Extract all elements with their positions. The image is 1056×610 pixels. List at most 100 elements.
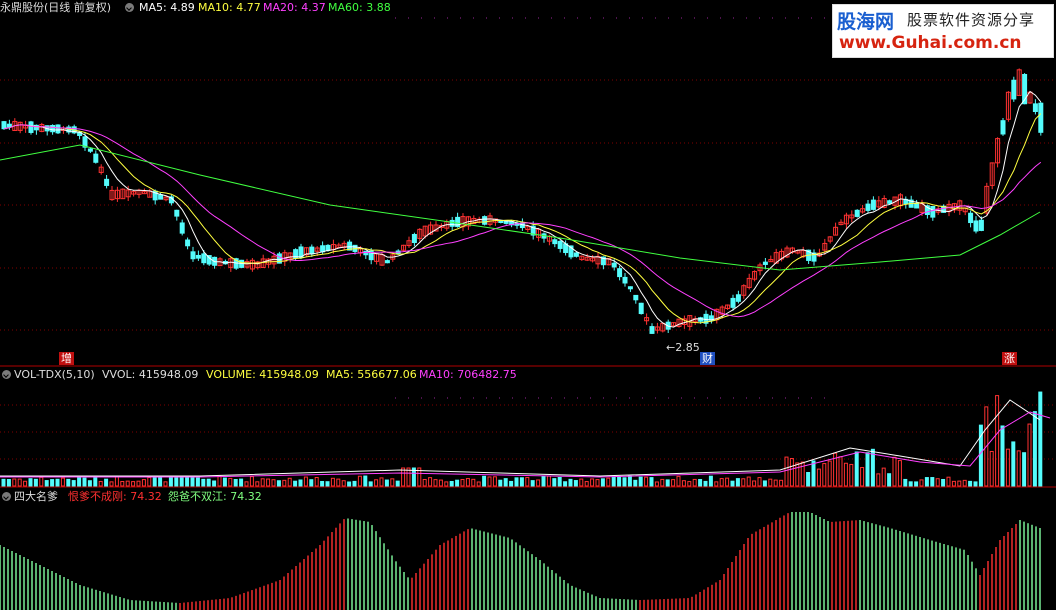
volume-bar (6, 479, 11, 487)
candle-body (968, 212, 974, 224)
volume-bar (401, 467, 406, 487)
volume-bar (487, 476, 492, 487)
volume-bar (109, 481, 114, 487)
volume-bar (876, 473, 881, 487)
volume-bar (325, 481, 330, 487)
volume-bar (449, 480, 454, 487)
volume-indicator-title: VOL-TDX(5,10) (14, 368, 95, 381)
volume-bar (23, 480, 28, 487)
volume-bar (714, 481, 719, 487)
volume-bar (39, 476, 44, 487)
volume-bar (266, 478, 271, 487)
event-marker[interactable]: 财 (700, 352, 715, 365)
candle-body (309, 246, 315, 255)
volume-bar (131, 481, 136, 487)
volume-bar (752, 480, 757, 487)
volume-bar (282, 479, 287, 487)
volume-bar (195, 477, 200, 487)
candle-body (320, 245, 326, 253)
oscillator-bars (0, 512, 1041, 610)
volume-bar (908, 481, 913, 487)
volume-bar (563, 481, 568, 487)
stock-chart-canvas[interactable] (0, 0, 1056, 610)
volume-bar (768, 478, 773, 487)
volume-bar (503, 478, 508, 487)
candle-body (503, 220, 509, 224)
volume-bar (897, 460, 902, 487)
volume-bar (33, 478, 38, 487)
volume-bar (552, 478, 557, 487)
volume-bar (428, 477, 433, 487)
volume-bar (573, 480, 578, 487)
watermark-url: www.Guhai.com.cn (839, 33, 1022, 53)
volume-bar (703, 480, 708, 487)
volume-bar (352, 480, 357, 487)
vol-ma5-value: MA5: 556677.06 (326, 368, 417, 381)
volume-bar (568, 478, 573, 487)
oscillator-line1-value: 恨爹不成刚: 74.32 (68, 490, 162, 503)
volume-bars (1, 391, 1043, 487)
volume-bar (633, 479, 638, 487)
volume-bar (995, 395, 1000, 487)
event-marker[interactable]: 增 (59, 352, 74, 365)
volume-bar (789, 458, 794, 487)
volume-bar (93, 475, 98, 487)
volume-bar (779, 479, 784, 487)
volume-bar (816, 468, 821, 487)
candle-body (622, 276, 628, 284)
volume-bar (854, 451, 859, 487)
candle-body (6, 123, 12, 128)
volume-bar (438, 479, 443, 487)
volume-bar (201, 478, 206, 487)
volume-bar (962, 479, 967, 487)
volume-bar (860, 467, 865, 487)
volume-bar (681, 480, 686, 487)
volume-bar (941, 478, 946, 487)
volume-bar (865, 452, 870, 487)
volume-bar (498, 479, 503, 487)
candle-body (1032, 103, 1038, 112)
volume-bar (168, 476, 173, 487)
candle-body (55, 124, 61, 134)
volume-bar (174, 477, 179, 487)
volume-bar (924, 477, 929, 487)
volume-bar (233, 478, 238, 487)
volume-bar (935, 478, 940, 487)
volume-bar (719, 478, 724, 487)
volume-bar (1011, 441, 1016, 487)
dropdown-circle-icon[interactable] (2, 492, 11, 501)
volume-bar (903, 478, 908, 487)
candle-body (557, 240, 563, 249)
watermark-brand: 股海网 (837, 11, 895, 33)
volume-bar (152, 477, 157, 487)
volume-bar (341, 480, 346, 487)
candle-body (384, 260, 390, 264)
volume-bar (309, 479, 314, 487)
volume-bar (55, 478, 60, 487)
volume-bar (12, 478, 17, 487)
volume-bar (104, 478, 109, 487)
dropdown-circle-icon[interactable] (2, 370, 11, 379)
dropdown-circle-icon[interactable] (125, 3, 134, 12)
volume-bar (611, 476, 616, 487)
volume-ma5-line (0, 399, 1041, 477)
oscillator-line2-value: 怨爸不双江: 74.32 (168, 490, 262, 503)
volume-bar (1038, 391, 1043, 487)
candle-body (201, 253, 207, 264)
volume-bar (725, 477, 730, 487)
volume-bar (957, 480, 962, 487)
volume-bar (654, 481, 659, 487)
vvol-value: VVOL: 415948.09 (102, 368, 199, 381)
volume-bar (179, 475, 184, 487)
volume-bar (293, 480, 298, 487)
candle-body (973, 220, 979, 232)
event-marker[interactable]: 涨 (1002, 352, 1017, 365)
oscillator-title: 四大名爹 (14, 490, 58, 503)
volume-bar (17, 478, 22, 487)
volume-bar (849, 463, 854, 487)
candle-body (627, 286, 633, 290)
volume-bar (519, 477, 524, 487)
candle-body (649, 326, 655, 334)
volume-bar (98, 480, 103, 487)
stock-title: 永鼎股份(日线 前复权) (0, 1, 112, 14)
